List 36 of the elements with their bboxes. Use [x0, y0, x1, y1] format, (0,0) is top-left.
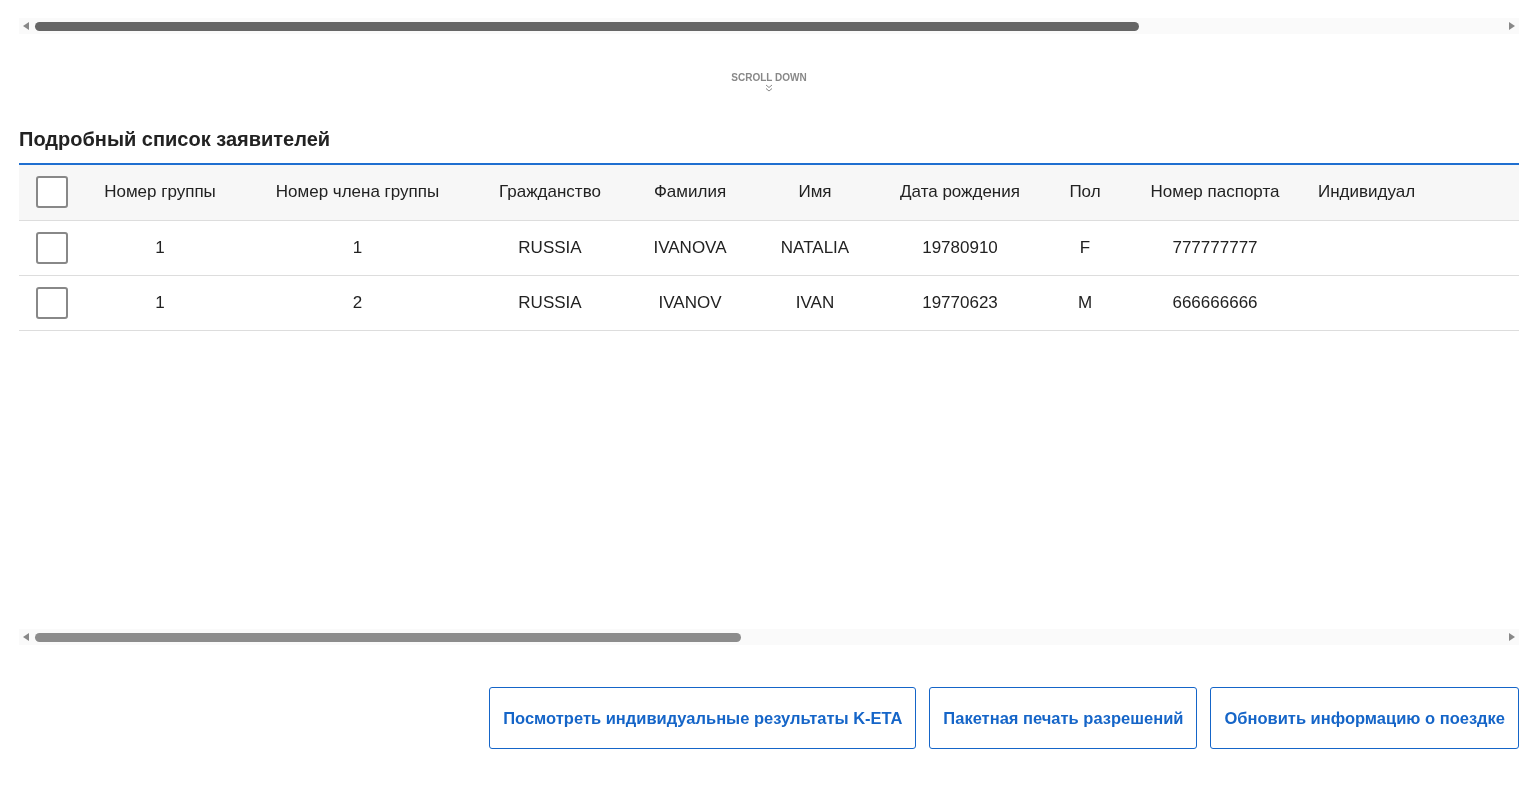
double-chevron-down-icon	[765, 84, 773, 92]
table-cell: IVANOV	[620, 275, 760, 330]
table-cell: 2	[235, 275, 480, 330]
column-header: Номер паспорта	[1120, 165, 1310, 220]
table-cell: M	[1050, 275, 1120, 330]
table-cell: 19780910	[870, 220, 1050, 275]
section-title: Подробный список заявителей	[19, 128, 332, 151]
action-button[interactable]: Пакетная печать разрешений	[929, 687, 1198, 749]
column-header: Дата рождения	[870, 165, 1050, 220]
table-cell: 19770623	[870, 275, 1050, 330]
action-button[interactable]: Обновить информацию о поездке	[1210, 687, 1519, 749]
column-header: Фамилия	[620, 165, 760, 220]
column-header: Номер группы	[85, 165, 235, 220]
column-header: Номер члена группы	[235, 165, 480, 220]
column-header: Гражданство	[480, 165, 620, 220]
scroll-down-label: SCROLL DOWN	[731, 72, 807, 83]
table-cell: 1	[235, 220, 480, 275]
checkbox[interactable]	[36, 231, 68, 264]
table-cell: RUSSIA	[480, 220, 620, 275]
column-header: Имя	[760, 165, 870, 220]
checkbox[interactable]	[36, 176, 68, 209]
table-cell: 777777777	[1120, 220, 1310, 275]
horizontal-scrollbar[interactable]	[19, 629, 1519, 645]
table-cell: RUSSIA	[480, 275, 620, 330]
column-header: Индивидуал	[1310, 165, 1519, 220]
table-cell: F	[1050, 220, 1120, 275]
column-header: Пол	[1050, 165, 1120, 220]
horizontal-scrollbar[interactable]	[19, 18, 1519, 34]
table-cell: IVAN	[760, 275, 870, 330]
table-cell: 1	[85, 275, 235, 330]
table-cell: 666666666	[1120, 275, 1310, 330]
checkbox[interactable]	[36, 286, 68, 319]
table-cell: NATALIA	[760, 220, 870, 275]
table-cell: IVANOVA	[620, 220, 760, 275]
table-cell: 1	[85, 220, 235, 275]
action-button[interactable]: Посмотреть индивидуальные результаты K-ETA	[489, 687, 917, 749]
